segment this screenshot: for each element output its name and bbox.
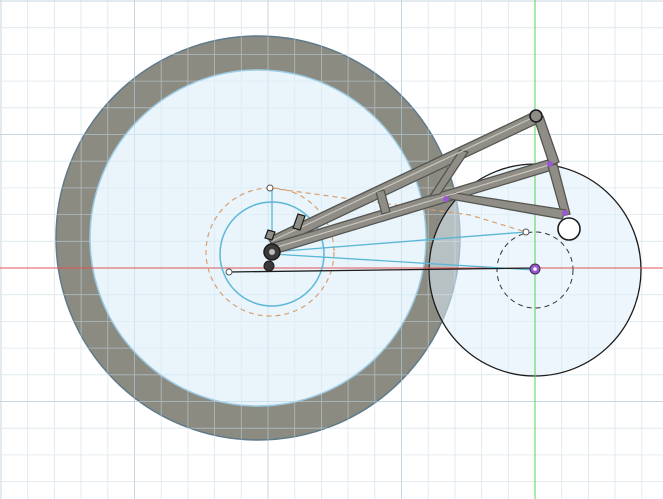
bolt-icon [263, 260, 275, 272]
wheel-disc [89, 69, 427, 407]
dropout-ring [557, 217, 581, 241]
sketch-point-icon [547, 161, 553, 167]
sketch-point-icon [562, 210, 568, 216]
sketch-point-icon [266, 184, 274, 192]
front-wheel[interactable] [55, 35, 461, 441]
cad-viewport[interactable] [0, 0, 663, 499]
sketch-canvas[interactable] [0, 0, 663, 499]
sketch-point-icon [443, 196, 449, 202]
sketch-point-icon [225, 268, 233, 276]
sketch-point-icon [522, 228, 530, 236]
top-joint [529, 109, 543, 123]
stay-tube [533, 115, 560, 167]
